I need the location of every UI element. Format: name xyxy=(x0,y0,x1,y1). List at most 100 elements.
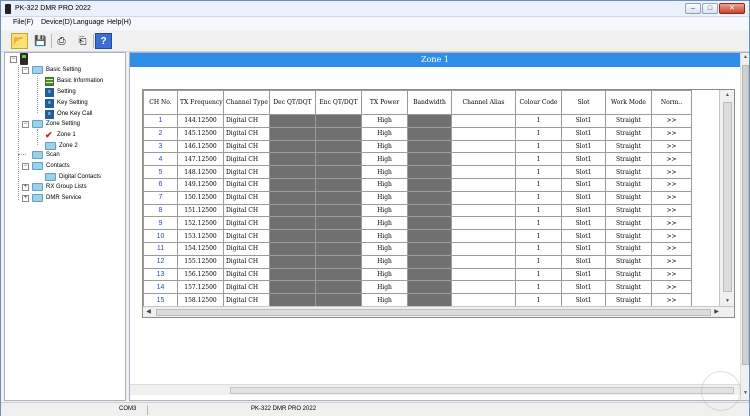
table-cell[interactable]: 148.12500 xyxy=(177,165,224,179)
table-cell[interactable]: Straight xyxy=(605,177,652,192)
table-cell[interactable]: Slot1 xyxy=(561,216,606,231)
scroll-thumb[interactable] xyxy=(156,309,711,316)
table-cell[interactable]: 1 xyxy=(515,126,562,141)
table-cell[interactable]: Digital CH xyxy=(223,126,270,141)
title-bar[interactable]: PK-322 DMR PRO 2022 – □ ✕ xyxy=(1,1,749,17)
channel-number-cell[interactable]: 5 xyxy=(143,165,178,179)
column-header[interactable]: Bandwidth xyxy=(407,90,452,115)
table-cell[interactable]: 1 xyxy=(515,114,562,128)
column-header[interactable]: Channel Type xyxy=(223,90,270,115)
table-cell[interactable]: 1 xyxy=(515,139,562,154)
table-cell[interactable]: Digital CH xyxy=(223,216,270,231)
table-cell[interactable]: 151.12500 xyxy=(177,203,224,218)
table-cell[interactable] xyxy=(451,139,516,154)
table-cell[interactable]: 149.12500 xyxy=(177,177,224,192)
table-row[interactable]: 15 158.12500 Digital CH High 1 Slot1 Straight >… xyxy=(143,293,692,307)
table-row[interactable]: 9 152.12500 Digital CH High 1 Slot1 Straight >> xyxy=(143,216,692,231)
table-cell[interactable]: Slot1 xyxy=(561,139,606,154)
table-cell[interactable] xyxy=(451,126,516,141)
table-cell[interactable]: 153.12500 xyxy=(177,229,224,243)
scroll-up-icon[interactable]: ▲ xyxy=(741,53,750,62)
table-cell[interactable] xyxy=(407,126,452,141)
table-cell[interactable] xyxy=(451,229,516,243)
table-cell[interactable]: Slot1 xyxy=(561,177,606,192)
menu-file[interactable]: File(F) xyxy=(13,19,33,26)
table-cell[interactable]: Digital CH xyxy=(223,152,270,167)
table-cell[interactable] xyxy=(451,216,516,231)
expand-icon[interactable]: + xyxy=(22,183,29,191)
help-icon[interactable]: ? xyxy=(95,33,112,49)
table-cell[interactable]: 1 xyxy=(515,177,562,192)
table-cell[interactable]: Digital CH xyxy=(223,177,270,192)
table-cell[interactable]: High xyxy=(361,203,408,218)
table-cell[interactable]: Slot1 xyxy=(561,293,606,307)
table-cell[interactable]: 155.12500 xyxy=(177,254,224,269)
scroll-right-icon[interactable]: ▶ xyxy=(711,307,722,318)
table-cell[interactable]: >> xyxy=(651,126,692,141)
tree-root[interactable]: − xyxy=(10,53,33,65)
table-row[interactable]: 11 154.12500 Digital CH High 1 Slot1 Straight >… xyxy=(143,241,692,256)
table-cell[interactable] xyxy=(315,126,362,141)
table-row[interactable]: 3 146.12500 Digital CH High 1 Slot1 Straight >> xyxy=(143,139,692,154)
grid-horizontal-scrollbar[interactable]: ◀ ▶ xyxy=(143,306,734,317)
table-cell[interactable] xyxy=(269,203,316,218)
scroll-thumb[interactable] xyxy=(230,387,734,394)
table-cell[interactable]: 156.12500 xyxy=(177,267,224,282)
table-cell[interactable] xyxy=(407,293,452,307)
table-cell[interactable]: Slot1 xyxy=(561,241,606,256)
table-cell[interactable]: Digital CH xyxy=(223,203,270,218)
table-cell[interactable] xyxy=(315,165,362,179)
table-cell[interactable] xyxy=(451,114,516,128)
channel-number-cell[interactable]: 10 xyxy=(143,229,178,243)
read-from-radio-icon[interactable]: ⎙ xyxy=(53,33,70,49)
table-cell[interactable]: >> xyxy=(651,165,692,179)
table-row[interactable]: 10 153.12500 Digital CH High 1 Slot1 Straight >… xyxy=(143,229,692,243)
tree-item-zone-1[interactable]: ✔ Zone 1 xyxy=(45,130,76,140)
table-cell[interactable]: 1 xyxy=(515,293,562,307)
menu-device[interactable]: Device(D) xyxy=(41,19,72,26)
table-cell[interactable] xyxy=(451,293,516,307)
channel-number-cell[interactable]: 3 xyxy=(143,139,178,154)
tree-item-one-key-call[interactable]: ≡ One Key Call xyxy=(45,109,92,119)
table-cell[interactable]: Straight xyxy=(605,152,652,167)
close-button[interactable]: ✕ xyxy=(719,3,745,14)
table-row[interactable]: 2 145.12500 Digital CH High 1 Slot1 Straight >> xyxy=(143,126,692,141)
column-header[interactable]: TX Power xyxy=(361,90,408,115)
column-header[interactable]: TX Frequency xyxy=(177,90,224,115)
table-cell[interactable] xyxy=(451,254,516,269)
table-cell[interactable]: Digital CH xyxy=(223,139,270,154)
table-cell[interactable]: Digital CH xyxy=(223,190,270,205)
table-cell[interactable]: Slot1 xyxy=(561,280,606,295)
table-cell[interactable] xyxy=(269,216,316,231)
table-cell[interactable] xyxy=(407,254,452,269)
table-cell[interactable] xyxy=(315,229,362,243)
scroll-down-icon[interactable]: ▼ xyxy=(720,296,735,306)
table-cell[interactable] xyxy=(269,165,316,179)
scroll-up-icon[interactable]: ▲ xyxy=(720,90,735,100)
table-cell[interactable]: Digital CH xyxy=(223,254,270,269)
tree-item-rx-group-lists[interactable]: + RX Group Lists xyxy=(22,182,87,192)
table-cell[interactable]: 1 xyxy=(515,165,562,179)
column-header[interactable]: Dec QT/DQT xyxy=(269,90,316,115)
channel-number-cell[interactable]: 8 xyxy=(143,203,178,218)
table-cell[interactable] xyxy=(315,203,362,218)
table-cell[interactable] xyxy=(315,280,362,295)
table-cell[interactable]: Digital CH xyxy=(223,114,270,128)
table-cell[interactable]: 152.12500 xyxy=(177,216,224,231)
table-cell[interactable]: Straight xyxy=(605,139,652,154)
table-cell[interactable]: 157.12500 xyxy=(177,280,224,295)
table-cell[interactable] xyxy=(407,139,452,154)
table-cell[interactable]: 1 xyxy=(515,229,562,243)
collapse-icon[interactable]: − xyxy=(22,120,29,128)
table-cell[interactable] xyxy=(315,267,362,282)
table-row[interactable]: 12 155.12500 Digital CH High 1 Slot1 Straight >… xyxy=(143,254,692,269)
table-cell[interactable] xyxy=(269,177,316,192)
channel-number-cell[interactable]: 7 xyxy=(143,190,178,205)
table-cell[interactable]: High xyxy=(361,216,408,231)
table-cell[interactable]: 1 xyxy=(515,280,562,295)
table-cell[interactable] xyxy=(269,126,316,141)
table-cell[interactable] xyxy=(407,177,452,192)
table-cell[interactable]: Digital CH xyxy=(223,267,270,282)
table-cell[interactable]: >> xyxy=(651,139,692,154)
column-header[interactable]: Work Mode xyxy=(605,90,652,115)
